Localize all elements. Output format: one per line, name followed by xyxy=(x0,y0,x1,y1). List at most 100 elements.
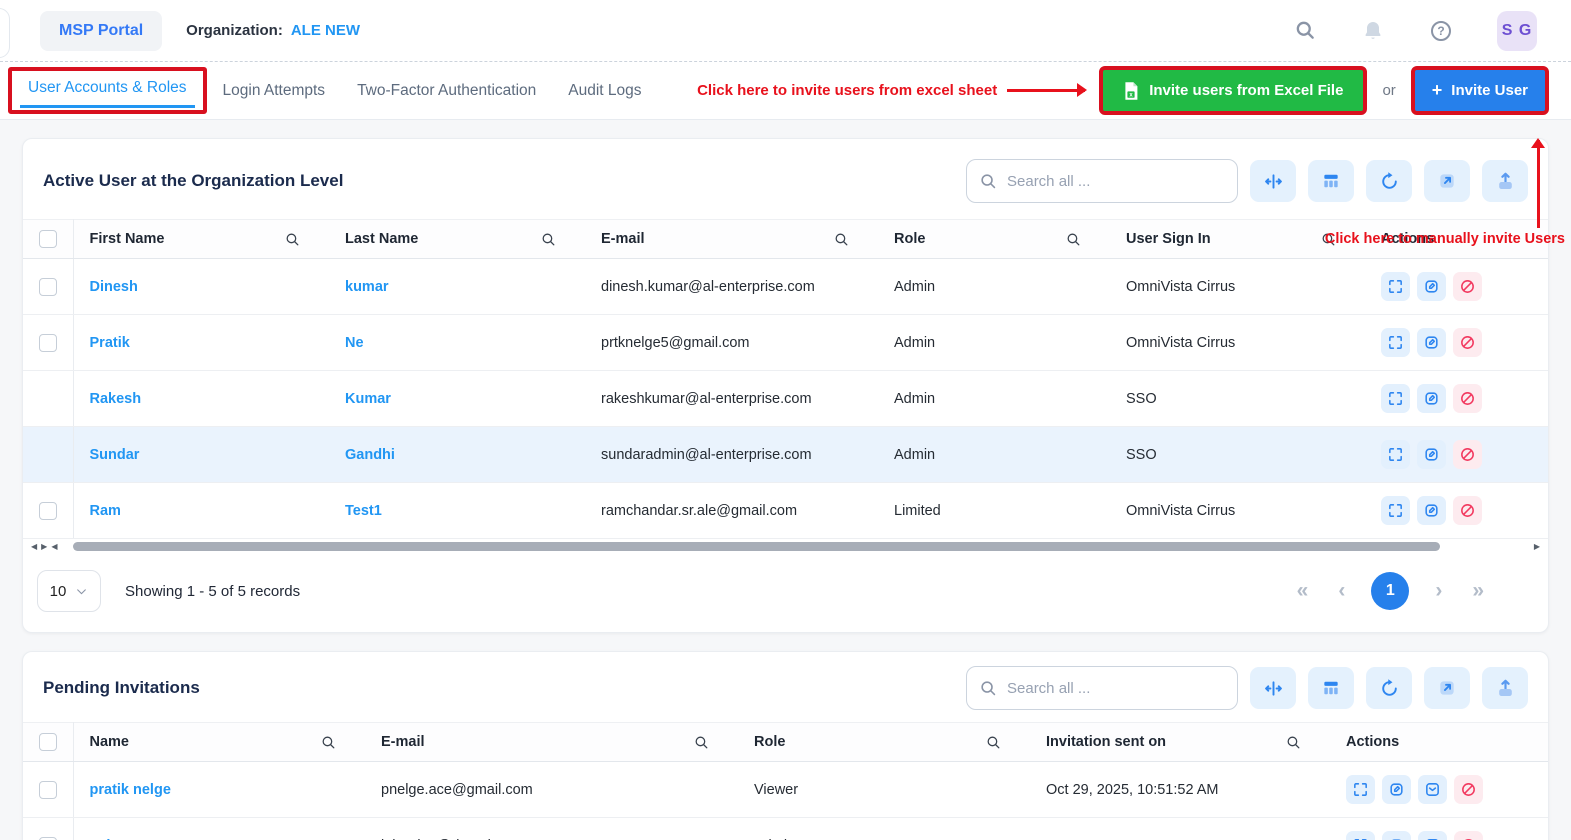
search-icon[interactable] xyxy=(1293,19,1317,43)
expand-action-button[interactable] xyxy=(1346,831,1375,840)
column-search-icon[interactable] xyxy=(985,734,1002,751)
row-checkbox[interactable] xyxy=(39,501,57,520)
first-name-link[interactable]: Pratik xyxy=(90,335,130,351)
last-page-button[interactable]: » xyxy=(1464,579,1492,603)
signin-cell: SSO xyxy=(1110,370,1365,427)
last-name-link[interactable]: Gandhi xyxy=(345,447,395,463)
revoke-invite-button[interactable] xyxy=(1454,831,1483,840)
expand-action-button[interactable] xyxy=(1346,775,1375,804)
select-all-checkbox[interactable] xyxy=(39,230,57,248)
open-external-button[interactable] xyxy=(1424,667,1470,709)
column-resize-button[interactable] xyxy=(1250,667,1296,709)
column-search-icon[interactable] xyxy=(320,734,337,751)
column-search-icon[interactable] xyxy=(833,231,850,248)
first-name-link[interactable]: Rakesh xyxy=(90,391,142,407)
column-search-icon[interactable] xyxy=(693,734,710,751)
column-header-role: Role xyxy=(754,734,786,750)
drawer-handle[interactable] xyxy=(0,8,10,58)
first-page-button[interactable]: « xyxy=(1289,579,1317,603)
column-chooser-button[interactable] xyxy=(1308,667,1354,709)
edit-action-button[interactable] xyxy=(1417,440,1446,469)
row-checkbox[interactable] xyxy=(39,277,57,296)
expand-action-button[interactable] xyxy=(1381,328,1410,357)
top-bar: MSP Portal Organization: ALE NEW ? S G xyxy=(0,0,1571,62)
tab-login-attempts[interactable]: Login Attempts xyxy=(207,72,342,110)
edit-action-button[interactable] xyxy=(1382,775,1411,804)
last-name-link[interactable]: Ne xyxy=(345,335,364,351)
expand-action-button[interactable] xyxy=(1381,496,1410,525)
scrollbar-track[interactable] xyxy=(65,541,1525,552)
table-row[interactable]: Rakesh Kumar rakeshkumar@al-enterprise.c… xyxy=(23,370,1548,427)
scroll-left-icon[interactable]: ◀ xyxy=(51,542,57,551)
disable-action-button[interactable] xyxy=(1453,328,1482,357)
next-page-button[interactable]: › xyxy=(1427,579,1450,603)
refresh-button[interactable] xyxy=(1366,160,1412,202)
disable-action-button[interactable] xyxy=(1453,272,1482,301)
scroll-left-icon[interactable]: ◀ xyxy=(31,542,37,551)
organization-value[interactable]: ALE NEW xyxy=(291,22,360,39)
edit-action-button[interactable] xyxy=(1417,328,1446,357)
invite-users-from-excel-button[interactable]: x Invite users from Excel File xyxy=(1099,66,1368,115)
select-all-checkbox[interactable] xyxy=(39,733,57,751)
disable-action-button[interactable] xyxy=(1453,440,1482,469)
resend-invite-mail-button[interactable] xyxy=(1418,775,1447,804)
notifications-bell-icon[interactable] xyxy=(1361,19,1385,43)
current-page-button[interactable]: 1 xyxy=(1371,572,1410,610)
disable-action-button[interactable] xyxy=(1453,496,1482,525)
edit-action-button[interactable] xyxy=(1382,831,1411,840)
column-resize-button[interactable] xyxy=(1250,160,1296,202)
edit-action-button[interactable] xyxy=(1417,384,1446,413)
column-search-icon[interactable] xyxy=(1065,231,1082,248)
column-chooser-button[interactable] xyxy=(1308,160,1354,202)
msp-portal-button[interactable]: MSP Portal xyxy=(40,10,163,51)
scrollbar-thumb[interactable] xyxy=(73,541,1440,551)
expand-action-button[interactable] xyxy=(1381,384,1410,413)
page-size-select[interactable]: 10 xyxy=(37,570,101,612)
column-search-icon[interactable] xyxy=(1285,734,1302,751)
export-upload-button[interactable] xyxy=(1482,160,1528,202)
row-checkbox[interactable] xyxy=(39,333,57,352)
invite-user-button[interactable]: + Invite User xyxy=(1410,66,1549,115)
avatar[interactable]: S G xyxy=(1497,10,1537,51)
search-input[interactable] xyxy=(1007,172,1225,190)
disable-action-button[interactable] xyxy=(1453,384,1482,413)
refresh-button[interactable] xyxy=(1366,667,1412,709)
help-icon[interactable]: ? xyxy=(1429,19,1453,43)
table-row[interactable]: Ram Test1 ramchandar.sr.ale@gmail.com Li… xyxy=(23,482,1548,539)
first-name-link[interactable]: Ram xyxy=(90,503,121,519)
table-row[interactable]: John Doe john.doe@domain.com Admin Nov 2… xyxy=(23,817,1548,840)
open-external-button[interactable] xyxy=(1424,160,1470,202)
edit-action-button[interactable] xyxy=(1417,272,1446,301)
scroll-right-icon[interactable]: ▶ xyxy=(41,542,47,551)
active-users-search xyxy=(966,159,1238,203)
annotation-excel-note: Click here to invite users from excel sh… xyxy=(697,82,998,99)
tab-two-factor-authentication[interactable]: Two-Factor Authentication xyxy=(341,72,552,110)
export-upload-button[interactable] xyxy=(1482,667,1528,709)
resend-invite-mail-button[interactable] xyxy=(1418,831,1447,840)
table-row[interactable]: Dinesh kumar dinesh.kumar@al-enterprise.… xyxy=(23,258,1548,315)
column-search-icon[interactable] xyxy=(540,231,557,248)
expand-action-button[interactable] xyxy=(1381,440,1410,469)
chevron-down-icon xyxy=(77,588,87,594)
invitee-name-link[interactable]: pratik nelge xyxy=(90,782,171,798)
tab-audit-logs[interactable]: Audit Logs xyxy=(552,72,657,110)
search-input[interactable] xyxy=(1007,679,1225,697)
prev-page-button[interactable]: ‹ xyxy=(1330,579,1353,603)
table-row-selected[interactable]: Sundar Gandhi sundaradmin@al-enterprise.… xyxy=(23,426,1548,483)
table-row[interactable]: pratik nelge pnelge.ace@gmail.com Viewer… xyxy=(23,761,1548,818)
expand-action-button[interactable] xyxy=(1381,272,1410,301)
row-checkbox[interactable] xyxy=(39,836,57,840)
first-name-link[interactable]: Dinesh xyxy=(90,279,138,295)
tab-user-accounts-roles[interactable]: User Accounts & Roles xyxy=(20,75,195,108)
last-name-link[interactable]: kumar xyxy=(345,279,389,295)
edit-action-button[interactable] xyxy=(1417,496,1446,525)
scroll-right-icon[interactable]: ▶ xyxy=(1534,542,1540,551)
row-checkbox[interactable] xyxy=(39,780,57,799)
table-row[interactable]: Pratik Ne prtknelge5@gmail.com Admin Omn… xyxy=(23,314,1548,371)
revoke-invite-button[interactable] xyxy=(1454,775,1483,804)
last-name-link[interactable]: Test1 xyxy=(345,503,382,519)
column-search-icon[interactable] xyxy=(284,231,301,248)
last-name-link[interactable]: Kumar xyxy=(345,391,391,407)
first-name-link[interactable]: Sundar xyxy=(90,447,140,463)
pending-invitations-card: Pending Invitations Search all ... Name … xyxy=(22,651,1549,840)
